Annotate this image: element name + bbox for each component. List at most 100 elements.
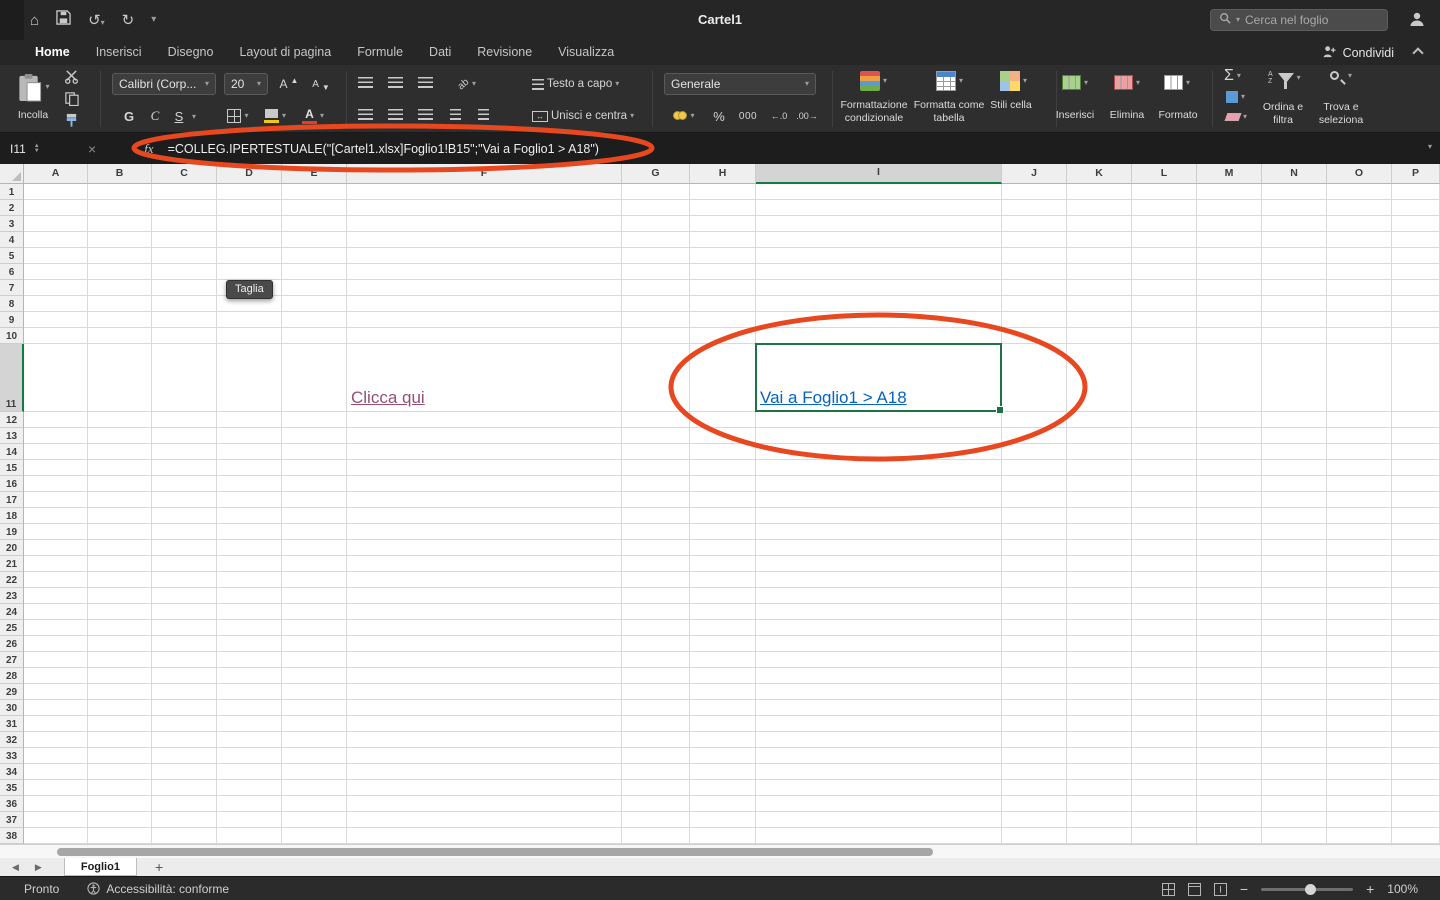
- currency-format-button[interactable]: ▾: [666, 105, 702, 127]
- row-header-2[interactable]: 2: [0, 200, 24, 216]
- copy-button[interactable]: [64, 91, 79, 106]
- wrap-text-button[interactable]: Testo a capo ▾: [532, 73, 619, 95]
- column-header-O[interactable]: O: [1327, 164, 1392, 184]
- tab-disegno[interactable]: Disegno: [155, 40, 227, 65]
- row-header-15[interactable]: 15: [0, 460, 24, 476]
- tab-formule[interactable]: Formule: [344, 40, 416, 65]
- paste-dropdown-icon[interactable]: ▾: [45, 83, 49, 91]
- column-header-K[interactable]: K: [1067, 164, 1132, 184]
- row-header-37[interactable]: 37: [0, 812, 24, 828]
- insert-function-icon[interactable]: fx: [144, 141, 153, 157]
- row-header-17[interactable]: 17: [0, 492, 24, 508]
- select-all-corner[interactable]: [0, 164, 24, 184]
- format-as-table-button[interactable]: ▾: [936, 71, 963, 91]
- column-header-E[interactable]: E: [282, 164, 347, 184]
- row-header-34[interactable]: 34: [0, 764, 24, 780]
- column-header-A[interactable]: A: [24, 164, 88, 184]
- scrollbar-thumb[interactable]: [57, 848, 933, 856]
- row-header-20[interactable]: 20: [0, 540, 24, 556]
- align-middle-button[interactable]: [388, 77, 403, 88]
- percent-format-button[interactable]: %: [708, 105, 730, 127]
- add-sheet-button[interactable]: +: [155, 859, 163, 875]
- format-cells-button[interactable]: ▾: [1164, 75, 1190, 90]
- zoom-out-icon[interactable]: −: [1240, 881, 1248, 897]
- name-box-stepper[interactable]: ▲▼: [34, 144, 40, 154]
- clear-button[interactable]: ▾: [1226, 113, 1247, 121]
- row-header-11[interactable]: 11: [0, 344, 24, 412]
- zoom-in-icon[interactable]: +: [1366, 881, 1374, 897]
- cancel-icon[interactable]: ×: [88, 141, 96, 157]
- column-header-G[interactable]: G: [622, 164, 690, 184]
- align-left-button[interactable]: [358, 109, 373, 120]
- autosum-button[interactable]: Σ ▾: [1224, 67, 1241, 85]
- row-header-33[interactable]: 33: [0, 748, 24, 764]
- number-format-select[interactable]: Generale ▾: [664, 73, 816, 95]
- row-header-23[interactable]: 23: [0, 588, 24, 604]
- row-header-27[interactable]: 27: [0, 652, 24, 668]
- sheet-tab-foglio1[interactable]: Foglio1: [64, 858, 137, 876]
- row-header-6[interactable]: 6: [0, 264, 24, 280]
- row-header-30[interactable]: 30: [0, 700, 24, 716]
- row-header-21[interactable]: 21: [0, 556, 24, 572]
- horizontal-scrollbar[interactable]: [0, 844, 1440, 858]
- page-layout-view-icon[interactable]: [1188, 883, 1201, 896]
- accessibility-status[interactable]: Accessibilità: conforme: [87, 882, 229, 896]
- row-header-14[interactable]: 14: [0, 444, 24, 460]
- thousands-format-button[interactable]: 000: [734, 105, 762, 127]
- row-header-4[interactable]: 4: [0, 232, 24, 248]
- paste-button[interactable]: ▾: [10, 67, 58, 107]
- hyperlink-text[interactable]: Clicca qui: [351, 388, 425, 408]
- underline-button[interactable]: S: [168, 105, 190, 127]
- align-center-button[interactable]: [388, 109, 403, 120]
- undo-dropdown-icon[interactable]: ▾: [101, 18, 105, 27]
- increase-font-button[interactable]: A▲: [274, 73, 304, 95]
- zoom-slider[interactable]: [1261, 888, 1353, 891]
- tab-layout-di-pagina[interactable]: Layout di pagina: [226, 40, 344, 65]
- search-input[interactable]: ▾ Cerca nel foglio: [1210, 9, 1388, 31]
- customize-toolbar-icon[interactable]: ▾: [151, 15, 156, 25]
- conditional-formatting-button[interactable]: ▾: [860, 71, 887, 91]
- row-header-31[interactable]: 31: [0, 716, 24, 732]
- formula-bar-expand-icon[interactable]: ▾: [1428, 143, 1432, 151]
- align-bottom-button[interactable]: [418, 77, 433, 88]
- row-header-22[interactable]: 22: [0, 572, 24, 588]
- decrease-indent-button[interactable]: [450, 109, 461, 120]
- row-header-28[interactable]: 28: [0, 668, 24, 684]
- row-header-9[interactable]: 9: [0, 312, 24, 328]
- row-header-24[interactable]: 24: [0, 604, 24, 620]
- row-header-32[interactable]: 32: [0, 732, 24, 748]
- delete-cells-button[interactable]: ▾: [1114, 75, 1140, 90]
- decrease-decimal-button[interactable]: .00→: [794, 105, 820, 127]
- column-header-J[interactable]: J: [1002, 164, 1067, 184]
- zoom-level[interactable]: 100%: [1387, 882, 1418, 896]
- align-top-button[interactable]: [358, 77, 373, 88]
- find-select-button[interactable]: ▾: [1330, 71, 1352, 80]
- cell-F11[interactable]: Clicca qui: [347, 344, 622, 412]
- fill-button[interactable]: ▾: [1226, 91, 1245, 103]
- merge-center-button[interactable]: ↔ Unisci e centra ▾: [532, 105, 634, 127]
- tab-visualizza[interactable]: Visualizza: [545, 40, 627, 65]
- italic-button[interactable]: C: [144, 105, 166, 127]
- increase-decimal-button[interactable]: ←.0: [766, 105, 792, 127]
- tab-revisione[interactable]: Revisione: [464, 40, 545, 65]
- account-icon[interactable]: [1408, 10, 1426, 33]
- column-header-C[interactable]: C: [152, 164, 217, 184]
- row-header-38[interactable]: 38: [0, 828, 24, 844]
- row-header-29[interactable]: 29: [0, 684, 24, 700]
- zoom-slider-thumb[interactable]: [1305, 884, 1316, 895]
- bold-button[interactable]: G: [118, 105, 140, 127]
- save-icon[interactable]: [56, 10, 71, 30]
- underline-dropdown-icon[interactable]: ▾: [192, 113, 196, 121]
- row-header-36[interactable]: 36: [0, 796, 24, 812]
- column-header-P[interactable]: P: [1392, 164, 1440, 184]
- column-header-I[interactable]: I: [756, 164, 1002, 184]
- fill-color-button[interactable]: ▾: [258, 105, 292, 127]
- row-header-10[interactable]: 10: [0, 328, 24, 344]
- column-header-L[interactable]: L: [1132, 164, 1197, 184]
- font-family-select[interactable]: Calibri (Corp... ▾: [112, 73, 216, 95]
- cut-button[interactable]: [64, 69, 79, 84]
- decrease-font-button[interactable]: A▼: [306, 73, 336, 95]
- font-color-button[interactable]: A ▾: [296, 105, 330, 127]
- increase-indent-button[interactable]: [478, 109, 489, 120]
- column-header-H[interactable]: H: [690, 164, 756, 184]
